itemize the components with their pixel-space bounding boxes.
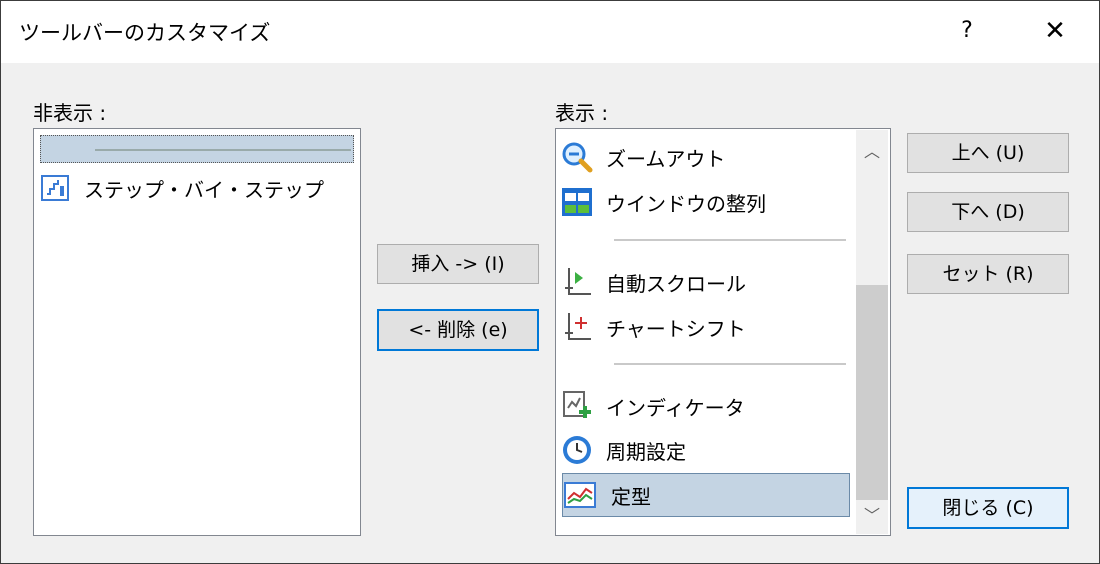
scroll-down-icon[interactable]: ﹀ (856, 502, 888, 532)
list-item[interactable]: チャートシフト (560, 306, 746, 348)
list-item-label: 自動スクロール (606, 271, 746, 296)
remove-button[interactable]: <- 削除 (e) (377, 309, 539, 351)
help-button[interactable]: ? (953, 13, 981, 49)
zoom-out-icon (560, 140, 594, 174)
close-button[interactable]: 閉じる (C) (907, 487, 1069, 529)
hidden-items-list[interactable]: ステップ・バイ・ステップ (33, 128, 361, 536)
list-item-label: ウインドウの整列 (606, 191, 766, 216)
tile-windows-icon (560, 185, 594, 219)
list-item[interactable]: ステップ・バイ・ステップ (38, 167, 324, 209)
title-bar: ツールバーのカスタマイズ ? ✕ (1, 1, 1099, 63)
clock-icon (560, 433, 594, 467)
list-item[interactable]: ズームアウト (560, 136, 725, 178)
auto-scroll-icon (560, 265, 594, 299)
reset-button[interactable]: セット (R) (907, 254, 1069, 294)
list-item-label: チャートシフト (606, 316, 746, 341)
list-item[interactable]: 周期設定 (560, 429, 686, 471)
list-item[interactable]: 自動スクロール (560, 261, 746, 303)
shown-items-list[interactable]: ズームアウト ウインドウの整列 自動スクロール チャートシフト インディケータ … (555, 128, 891, 536)
list-item-label: インディケータ (606, 395, 745, 420)
insert-button[interactable]: 挿入 -> (I) (377, 244, 539, 284)
template-icon (563, 478, 597, 512)
chart-shift-icon (560, 310, 594, 344)
list-item[interactable]: ウインドウの整列 (560, 181, 766, 223)
scroll-up-icon[interactable]: ︿ (856, 138, 888, 168)
list-item-separator[interactable] (40, 135, 354, 163)
separator (614, 239, 846, 241)
dialog-title: ツールバーのカスタマイズ (19, 21, 271, 45)
move-up-button[interactable]: 上へ (U) (907, 133, 1069, 173)
separator (614, 363, 846, 365)
step-by-step-icon (38, 171, 72, 205)
list-item-label: 周期設定 (606, 439, 686, 464)
list-item-label: 定型 (611, 484, 651, 509)
vertical-scrollbar[interactable]: ︿ ﹀ (856, 130, 888, 534)
list-item-label: ズームアウト (606, 146, 726, 171)
hidden-list-label: 非表示 : (33, 101, 107, 125)
close-icon[interactable]: ✕ (1035, 13, 1075, 49)
list-item[interactable]: インディケータ (560, 385, 745, 427)
list-item-selected[interactable]: 定型 (562, 473, 850, 517)
shown-list-label: 表示 : (555, 101, 609, 125)
customize-toolbar-dialog: ツールバーのカスタマイズ ? ✕ 非表示 : ステップ・バイ・ステップ 挿入 -… (0, 0, 1100, 564)
move-down-button[interactable]: 下へ (D) (907, 192, 1069, 232)
scrollbar-thumb[interactable] (856, 285, 888, 500)
list-item-label: ステップ・バイ・ステップ (84, 177, 324, 202)
indicator-add-icon (560, 389, 594, 423)
